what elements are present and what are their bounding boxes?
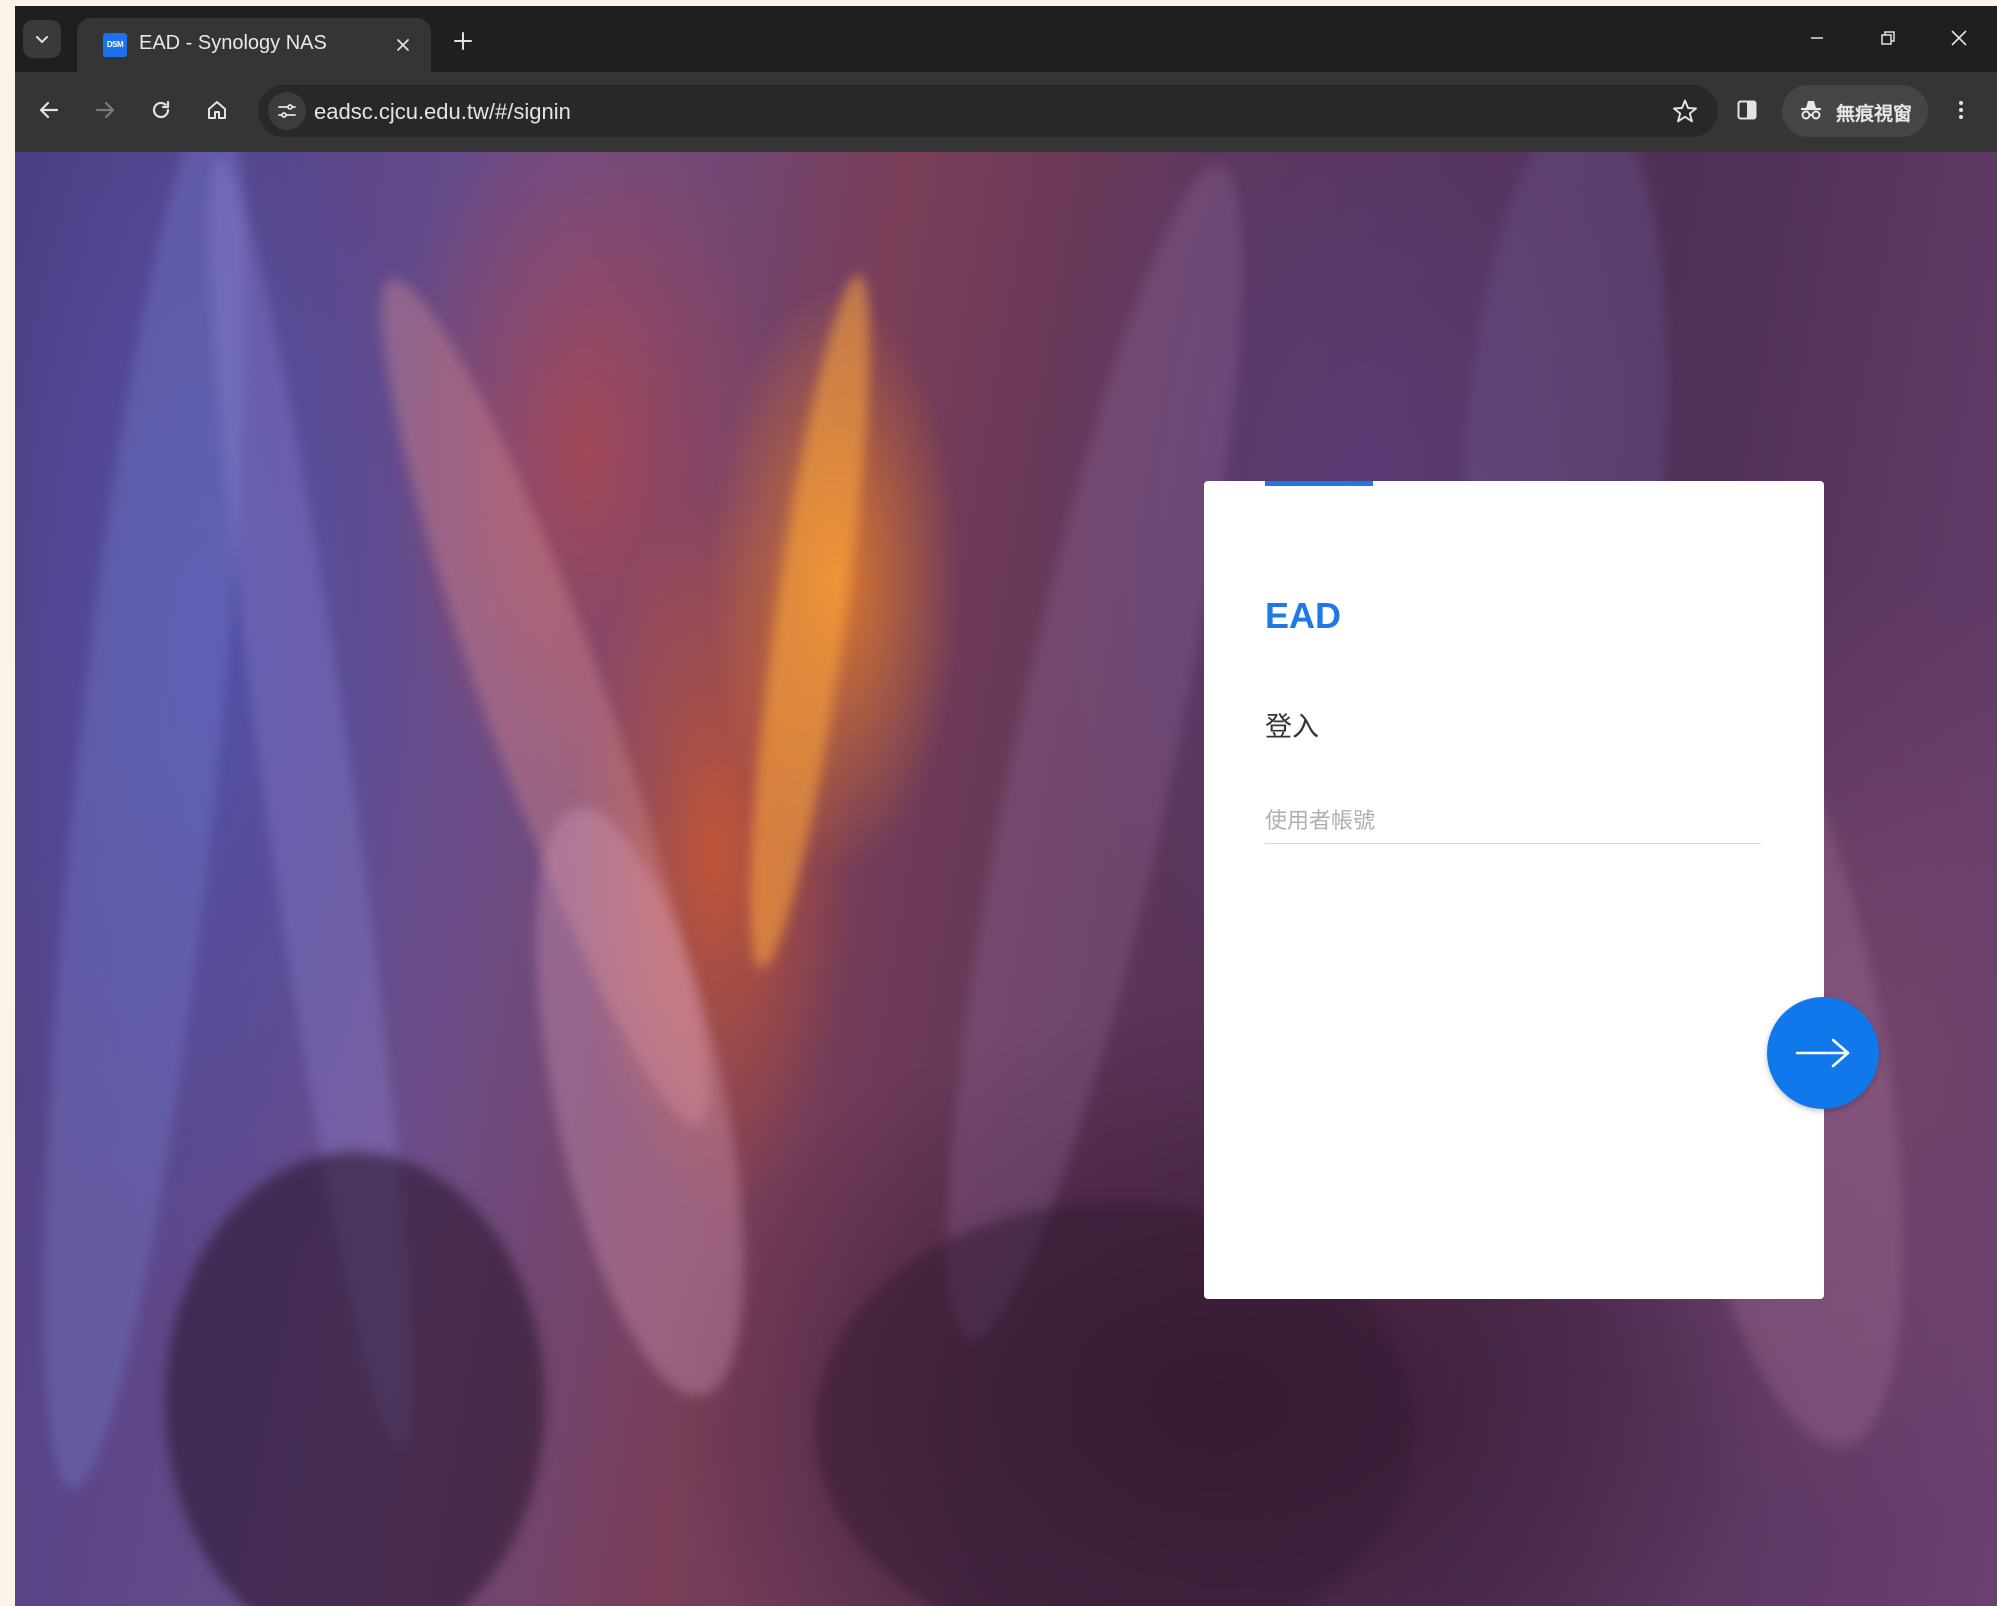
site-info-button[interactable] [268, 92, 306, 130]
star-outline-icon [1673, 99, 1697, 123]
window-close-button[interactable] [1937, 20, 1981, 56]
back-button[interactable] [29, 90, 69, 130]
chevron-down-icon [36, 36, 48, 44]
browser-window: DSM EAD - Synology NAS eadsc.cjcu.edu.tw… [15, 6, 1997, 1606]
reload-button[interactable] [141, 90, 181, 130]
signin-heading: 登入 [1265, 712, 1319, 742]
tune-icon [278, 104, 296, 118]
tab-search-button[interactable] [23, 20, 61, 58]
minimize-button[interactable] [1795, 20, 1839, 56]
browser-toolbar: eadsc.cjcu.edu.tw/#/signin 無痕視窗 [15, 72, 1997, 152]
more-vertical-icon [1959, 101, 1963, 119]
home-button[interactable] [197, 90, 237, 130]
username-input[interactable] [1265, 799, 1761, 844]
close-icon [397, 39, 409, 51]
app-name: EAD [1265, 595, 1342, 636]
url-text[interactable]: eadsc.cjcu.edu.tw/#/signin [314, 99, 571, 125]
forward-button[interactable] [85, 90, 125, 130]
close-icon [1951, 30, 1967, 46]
plus-icon [454, 32, 472, 50]
minimize-icon [1811, 37, 1823, 39]
new-tab-button[interactable] [448, 26, 478, 56]
restore-icon [1881, 31, 1895, 45]
tab-active[interactable]: DSM EAD - Synology NAS [77, 18, 431, 72]
signin-page: EAD 登入 [15, 152, 1997, 1606]
incognito-label: 無痕視窗 [1836, 104, 1913, 125]
synology-dsm-favicon-icon: DSM [103, 33, 127, 57]
tab-close-button[interactable] [389, 31, 417, 59]
incognito-icon [1800, 101, 1822, 120]
bookmark-button[interactable] [1670, 96, 1700, 126]
home-icon [208, 101, 226, 119]
arrow-right-icon [95, 101, 115, 119]
tab-strip: DSM EAD - Synology NAS [15, 6, 1997, 72]
reload-icon [152, 100, 170, 119]
next-button[interactable] [1767, 997, 1879, 1109]
card-accent-bar [1265, 481, 1373, 486]
incognito-indicator[interactable]: 無痕視窗 [1782, 85, 1928, 137]
login-card: EAD 登入 [1204, 481, 1824, 1299]
arrow-right-icon [1795, 1038, 1850, 1068]
address-bar[interactable]: eadsc.cjcu.edu.tw/#/signin [258, 85, 1718, 137]
side-panel-icon [1737, 100, 1757, 120]
side-panel-button[interactable] [1727, 90, 1767, 130]
arrow-left-icon [39, 101, 59, 119]
restore-button[interactable] [1866, 20, 1910, 56]
tab-title: EAD - Synology NAS [139, 32, 327, 54]
browser-menu-button[interactable] [1941, 90, 1981, 130]
